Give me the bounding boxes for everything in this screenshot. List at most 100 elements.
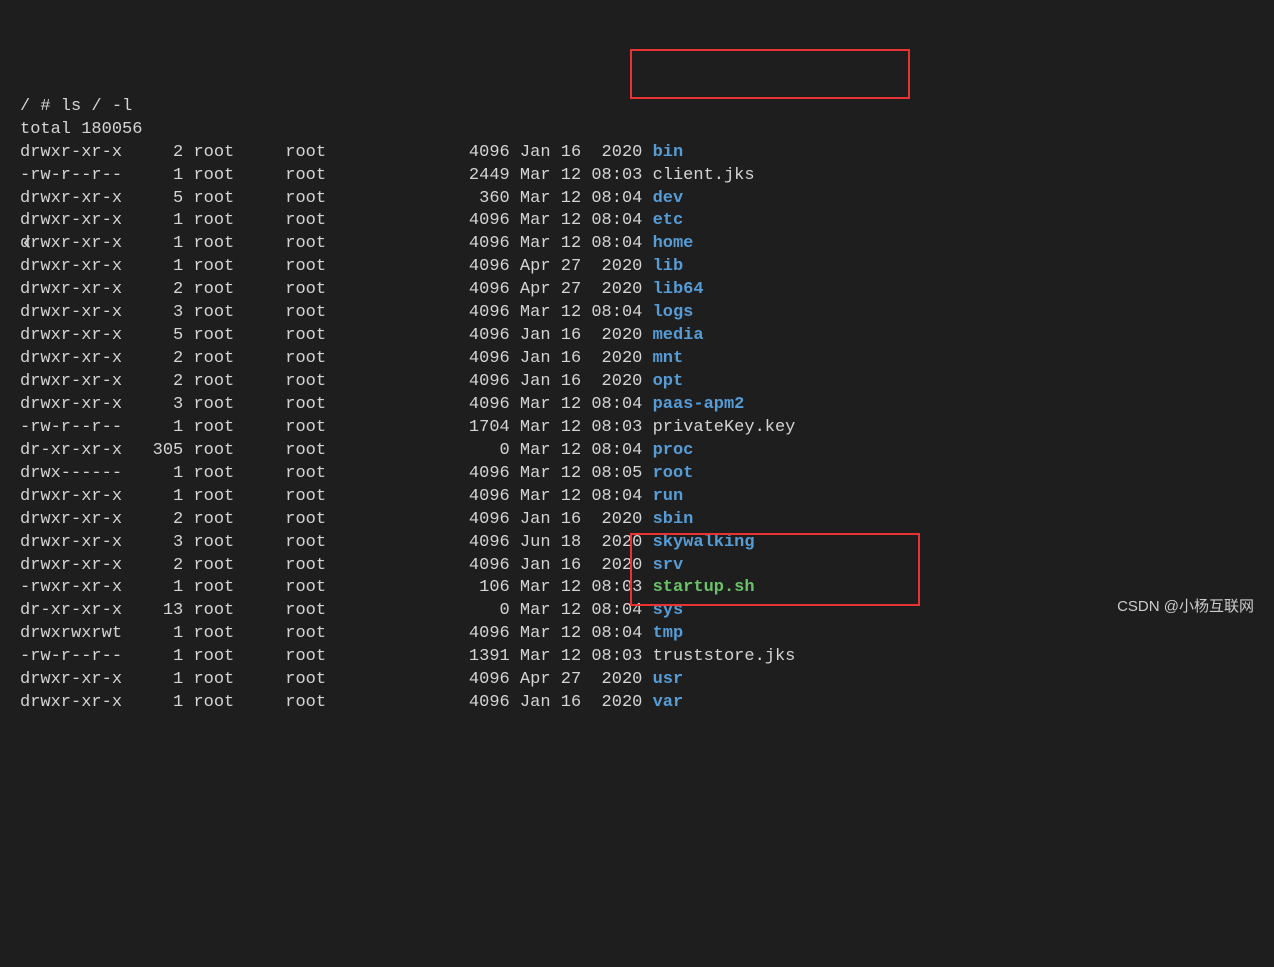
- group: root: [285, 510, 418, 529]
- filename: proc: [653, 441, 694, 460]
- file-row: drwxr-xr-x 2 root root 4096 Jan 16 2020 …: [20, 555, 1254, 578]
- date: Jan 16 2020: [510, 556, 653, 575]
- file-row: drwxr-xr-x 1 root root 4096 Mar 12 08:04…: [20, 210, 1254, 233]
- date: Mar 12 08:03: [510, 647, 653, 666]
- permissions: -rw-r--r--: [20, 418, 122, 437]
- group: root: [285, 395, 418, 414]
- link-count: 2: [122, 510, 183, 529]
- permissions: drwx------: [20, 464, 122, 483]
- owner: root: [183, 280, 285, 299]
- date: Apr 27 2020: [510, 280, 653, 299]
- chevron-left-icon[interactable]: ‹: [20, 228, 34, 260]
- date: Jan 16 2020: [510, 372, 653, 391]
- filename: tmp: [653, 624, 684, 643]
- link-count: 2: [122, 372, 183, 391]
- size: 4096: [418, 143, 510, 162]
- file-row: drwxr-xr-x 2 root root 4096 Jan 16 2020 …: [20, 371, 1254, 394]
- filename: lib64: [653, 280, 704, 299]
- permissions: drwxr-xr-x: [20, 303, 122, 322]
- file-row: drwxr-xr-x 5 root root 4096 Jan 16 2020 …: [20, 325, 1254, 348]
- size: 4096: [418, 395, 510, 414]
- size: 4096: [418, 326, 510, 345]
- filename: home: [653, 234, 694, 253]
- file-row: drwxr-xr-x 3 root root 4096 Mar 12 08:04…: [20, 394, 1254, 417]
- group: root: [285, 211, 418, 230]
- group: root: [285, 189, 418, 208]
- owner: root: [183, 234, 285, 253]
- filename: sbin: [653, 510, 694, 529]
- filename: run: [653, 487, 684, 506]
- group: root: [285, 326, 418, 345]
- link-count: 2: [122, 349, 183, 368]
- permissions: drwxr-xr-x: [20, 556, 122, 575]
- filename: media: [653, 326, 704, 345]
- size: 4096: [418, 280, 510, 299]
- link-count: 2: [122, 280, 183, 299]
- filename: etc: [653, 211, 684, 230]
- file-row: drwxr-xr-x 2 root root 4096 Apr 27 2020 …: [20, 279, 1254, 302]
- size: 4096: [418, 693, 510, 712]
- date: Mar 12 08:04: [510, 395, 653, 414]
- date: Mar 12 08:04: [510, 441, 653, 460]
- file-row: -rw-r--r-- 1 root root 1704 Mar 12 08:03…: [20, 417, 1254, 440]
- file-row: drwxr-xr-x 1 root root 4096 Mar 12 08:04…: [20, 486, 1254, 509]
- date: Jun 18 2020: [510, 533, 653, 552]
- group: root: [285, 234, 418, 253]
- group: root: [285, 624, 418, 643]
- date: Mar 12 08:03: [510, 578, 653, 597]
- permissions: dr-xr-xr-x: [20, 601, 122, 620]
- group: root: [285, 166, 418, 185]
- link-count: 13: [122, 601, 183, 620]
- permissions: drwxr-xr-x: [20, 533, 122, 552]
- size: 106: [418, 578, 510, 597]
- file-row: drwxr-xr-x 1 root root 4096 Mar 12 08:04…: [20, 233, 1254, 256]
- filename: dev: [653, 189, 684, 208]
- file-row: dr-xr-xr-x 305 root root 0 Mar 12 08:04 …: [20, 440, 1254, 463]
- link-count: 1: [122, 487, 183, 506]
- terminal-output: / # ls / -ltotal 180056drwxr-xr-x 2 root…: [20, 96, 1254, 715]
- link-count: 1: [122, 257, 183, 276]
- size: 0: [418, 441, 510, 460]
- file-row: -rw-r--r-- 1 root root 1391 Mar 12 08:03…: [20, 646, 1254, 669]
- link-count: 1: [122, 670, 183, 689]
- file-row: drwxr-xr-x 3 root root 4096 Mar 12 08:04…: [20, 302, 1254, 325]
- link-count: 1: [122, 624, 183, 643]
- link-count: 5: [122, 326, 183, 345]
- permissions: drwxr-xr-x: [20, 143, 122, 162]
- owner: root: [183, 303, 285, 322]
- filename: root: [653, 464, 694, 483]
- filename: mnt: [653, 349, 684, 368]
- owner: root: [183, 257, 285, 276]
- date: Jan 16 2020: [510, 326, 653, 345]
- command-line: / # ls / -l: [20, 96, 1254, 119]
- watermark-text: CSDN @小杨互联网: [1117, 597, 1254, 617]
- size: 4096: [418, 510, 510, 529]
- link-count: 5: [122, 189, 183, 208]
- group: root: [285, 372, 418, 391]
- link-count: 1: [122, 166, 183, 185]
- group: root: [285, 464, 418, 483]
- link-count: 3: [122, 303, 183, 322]
- link-count: 1: [122, 578, 183, 597]
- permissions: drwxr-xr-x: [20, 211, 122, 230]
- highlight-box-bin-client: [630, 49, 910, 99]
- date: Mar 12 08:04: [510, 624, 653, 643]
- filename: logs: [653, 303, 694, 322]
- owner: root: [183, 647, 285, 666]
- permissions: drwxr-xr-x: [20, 257, 122, 276]
- group: root: [285, 578, 418, 597]
- date: Mar 12 08:03: [510, 418, 653, 437]
- permissions: drwxr-xr-x: [20, 487, 122, 506]
- date: Jan 16 2020: [510, 349, 653, 368]
- filename: truststore.jks: [653, 647, 796, 666]
- owner: root: [183, 189, 285, 208]
- filename: opt: [653, 372, 684, 391]
- group: root: [285, 441, 418, 460]
- date: Jan 16 2020: [510, 693, 653, 712]
- permissions: drwxr-xr-x: [20, 670, 122, 689]
- link-count: 1: [122, 693, 183, 712]
- size: 4096: [418, 464, 510, 483]
- owner: root: [183, 693, 285, 712]
- group: root: [285, 143, 418, 162]
- filename: startup.sh: [653, 578, 755, 597]
